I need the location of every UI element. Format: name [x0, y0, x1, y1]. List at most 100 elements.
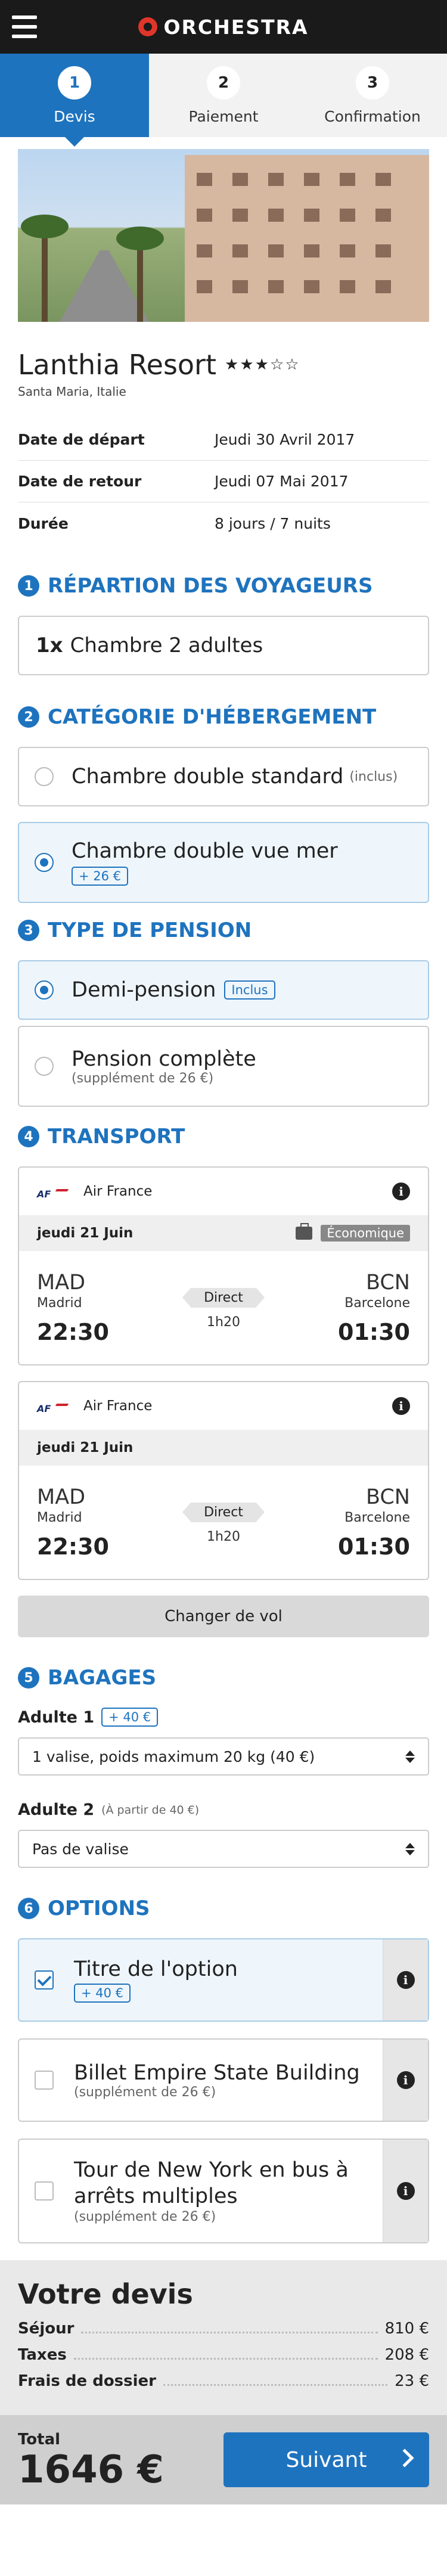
- chevron-right-icon: [395, 2448, 414, 2468]
- arrival-city: Barcelone: [344, 1510, 410, 1525]
- trip-label: Durée: [18, 514, 69, 532]
- section-number: 1: [18, 575, 39, 597]
- accommodation-option-sea-view[interactable]: Chambre double vue mer + 26 €: [18, 822, 429, 903]
- quote-value: 208 €: [384, 2346, 429, 2364]
- pension-option-full[interactable]: Pension complète (supplément de 26 €): [18, 1026, 429, 1107]
- baggage-note: (À partir de 40 €): [101, 1803, 200, 1817]
- trip-row: Durée 8 jours / 7 nuits: [18, 502, 429, 544]
- accommodation-option-standard[interactable]: Chambre double standard (inclus): [18, 747, 429, 806]
- option-card[interactable]: Billet Empire State Building (supplément…: [18, 2038, 429, 2122]
- option-sub: (supplément de 26 €): [72, 1070, 214, 1086]
- select-value: 1 valise, poids maximum 20 kg (40 €): [32, 1748, 315, 1765]
- trip-details: Date de départ Jeudi 30 Avril 2017 Date …: [18, 419, 429, 544]
- trip-value: Jeudi 07 Mai 2017: [215, 473, 349, 490]
- step-number: 3: [356, 66, 389, 100]
- hotel-location: Santa Maria, Italie: [18, 384, 126, 399]
- section-number: 4: [18, 1126, 39, 1147]
- section-options-title: 6 OPTIONS: [18, 1897, 429, 1920]
- flight-date: jeudi 21 Juin: [37, 1440, 134, 1455]
- hotel-photo: [18, 149, 429, 322]
- airline-name: Air France: [83, 1184, 153, 1199]
- section-number: 5: [18, 1667, 39, 1689]
- footer-bar: Total 1646 € Suivant: [0, 2415, 447, 2504]
- checkbox[interactable]: [35, 2181, 54, 2201]
- departure-city: Madrid: [37, 1510, 82, 1525]
- option-label: Demi-pension: [72, 978, 216, 1002]
- airline-name: Air France: [83, 1398, 153, 1414]
- hotel-name: Lanthia Resort: [18, 349, 217, 381]
- option-sub: (supplément de 26 €): [74, 2209, 216, 2225]
- option-title: Titre de l'option: [74, 1957, 238, 1981]
- room-label: Chambre 2 adultes: [70, 634, 263, 657]
- checkbox-checked[interactable]: [35, 1970, 54, 1990]
- trip-label: Date de départ: [18, 431, 145, 448]
- section-title: TRANSPORT: [48, 1125, 185, 1149]
- brand-name: ORCHESTRA: [163, 15, 309, 39]
- option-label: Chambre double standard: [72, 765, 344, 789]
- radio-button-selected[interactable]: [35, 853, 54, 872]
- option-note: (inclus): [349, 769, 398, 784]
- select-value: Pas de valise: [32, 1840, 129, 1858]
- top-bar: ORCHESTRA: [0, 0, 447, 54]
- cabin-class-badge: Économique: [321, 1225, 410, 1242]
- arrival-time: 01:30: [338, 1318, 410, 1345]
- trip-row: Date de retour Jeudi 07 Mai 2017: [18, 461, 429, 502]
- airline-logo: [37, 1400, 70, 1412]
- checkbox[interactable]: [35, 2071, 54, 2090]
- step-confirmation[interactable]: 3 Confirmation: [298, 54, 447, 137]
- flight-duration: 1h20: [207, 1314, 240, 1330]
- arrival-code: BCN: [365, 1270, 410, 1295]
- option-card[interactable]: Tour de New York en bus à arrêts multipl…: [18, 2139, 429, 2243]
- departure-code: MAD: [37, 1485, 86, 1509]
- departure-city: Madrid: [37, 1295, 82, 1311]
- next-label: Suivant: [285, 2447, 367, 2472]
- trip-value: Jeudi 30 Avril 2017: [215, 431, 355, 448]
- quote-title: Votre devis: [18, 2278, 193, 2310]
- flight-duration: 1h20: [207, 1529, 240, 1544]
- quote-label: Taxes: [18, 2346, 67, 2364]
- quote-value: 810 €: [384, 2320, 429, 2338]
- flight-card[interactable]: Air France i jeudi 21 Juin MAD Madrid 22…: [18, 1381, 429, 1580]
- room-distribution[interactable]: 1x Chambre 2 adultes: [18, 616, 429, 675]
- radio-button-selected[interactable]: [35, 980, 54, 1000]
- quote-summary: Votre devis Séjour 810 € Taxes 208 € Fra…: [0, 2260, 447, 2415]
- brand-mark-icon: [138, 17, 158, 36]
- checkout-steps: 1 Devis 2 Paiement 3 Confirmation: [0, 54, 447, 147]
- info-icon[interactable]: i: [396, 2182, 415, 2200]
- arrival-time: 01:30: [338, 1533, 410, 1560]
- option-label: Chambre double vue mer: [72, 839, 338, 863]
- baggage-select-adult-1[interactable]: 1 valise, poids maximum 20 kg (40 €): [18, 1737, 429, 1776]
- change-flight-button[interactable]: Changer de vol: [18, 1596, 429, 1637]
- flight-type: Direct: [182, 1287, 265, 1308]
- arrival-code: BCN: [365, 1485, 410, 1509]
- brand-logo[interactable]: ORCHESTRA: [138, 15, 308, 39]
- baggage-select-adult-2[interactable]: Pas de valise: [18, 1830, 429, 1868]
- quote-line: Frais de dossier 23 €: [18, 2372, 429, 2398]
- hamburger-icon[interactable]: [12, 15, 37, 38]
- section-transport-title: 4 TRANSPORT: [18, 1125, 429, 1149]
- section-number: 6: [18, 1898, 39, 1919]
- step-label: Confirmation: [324, 107, 421, 125]
- info-icon[interactable]: i: [396, 1971, 415, 1989]
- quote-line: Séjour 810 €: [18, 2320, 429, 2346]
- room-qty: 1x: [36, 634, 63, 657]
- quote-line: Taxes 208 €: [18, 2346, 429, 2372]
- step-paiement[interactable]: 2 Paiement: [149, 54, 298, 137]
- pension-option-half[interactable]: Demi-pension Inclus: [18, 960, 429, 1020]
- select-arrows-icon: [405, 1750, 415, 1763]
- trip-row: Date de départ Jeudi 30 Avril 2017: [18, 419, 429, 461]
- step-label: Devis: [54, 107, 95, 125]
- next-button[interactable]: Suivant: [224, 2432, 429, 2487]
- option-card[interactable]: Titre de l'option + 40 € i: [18, 1938, 429, 2022]
- adult-label: Adulte 2: [18, 1801, 95, 1819]
- radio-button[interactable]: [35, 1057, 54, 1076]
- trip-value: 8 jours / 7 nuits: [215, 514, 331, 532]
- flight-card[interactable]: Air France i jeudi 21 Juin Économique MA…: [18, 1166, 429, 1365]
- flight-type: Direct: [182, 1502, 265, 1522]
- step-devis[interactable]: 1 Devis: [0, 54, 149, 147]
- step-label: Paiement: [188, 107, 259, 125]
- info-icon[interactable]: i: [392, 1183, 410, 1200]
- radio-button[interactable]: [35, 767, 54, 786]
- info-icon[interactable]: i: [392, 1397, 410, 1415]
- info-icon[interactable]: i: [396, 2071, 415, 2089]
